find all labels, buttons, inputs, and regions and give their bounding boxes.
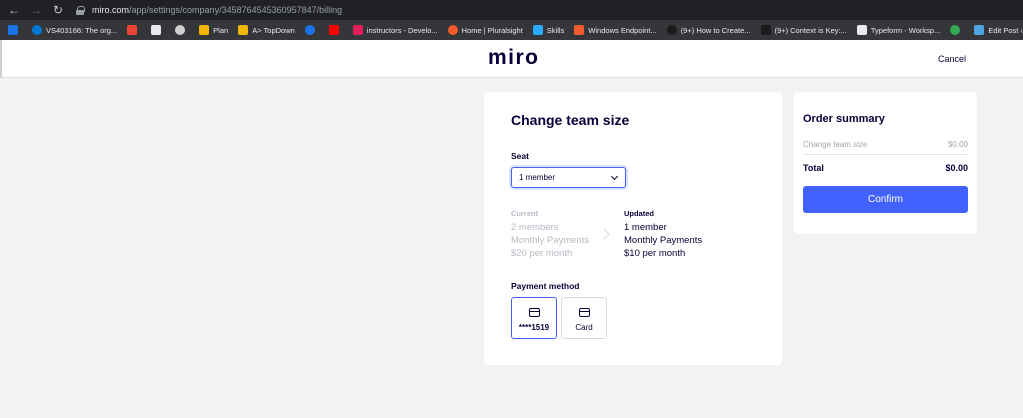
- bookmarks-bar: VS403166: The org... Plan A> TopDown instru…: [0, 20, 1023, 40]
- bookmark-label: Home | Pluralsight: [461, 25, 523, 35]
- bookmark-item[interactable]: Skills: [532, 25, 565, 35]
- payment-method-label-new: Card: [575, 323, 593, 332]
- app-header: miro Cancel: [0, 40, 1023, 78]
- apps-icon: [8, 25, 18, 35]
- window-edge: [0, 40, 2, 78]
- bookmark-item[interactable]: (9+) How to Create...: [666, 25, 751, 35]
- order-summary-title: Order summary: [803, 113, 885, 125]
- bookmark-label: Skills: [546, 25, 565, 35]
- credit-card-icon: [579, 308, 590, 317]
- updated-billing: Monthly Payments: [624, 235, 703, 246]
- topdown-icon: [238, 25, 249, 35]
- bookmark-label: Windows Endpoint...: [588, 25, 657, 35]
- wl-icon: [175, 25, 186, 35]
- pluralsight-icon: [447, 25, 458, 35]
- bookmark-item[interactable]: [328, 25, 343, 35]
- summary-total-row: Total $0.00: [803, 163, 968, 173]
- bookmark-item[interactable]: VS403166: The org...: [32, 25, 117, 35]
- summary-total-value: $0.00: [945, 163, 968, 173]
- updated-heading: Updated: [624, 209, 654, 218]
- cloud-icon: [532, 25, 543, 35]
- order-summary-card: Order summary Change team size $0.00 Tot…: [794, 92, 977, 234]
- wordpress-icon: [974, 25, 985, 35]
- typeform-icon: [856, 25, 867, 35]
- in-icon: [666, 25, 677, 35]
- page-title: Change team size: [511, 112, 630, 128]
- bookmark-label: Edit Post ‹ Rifat Erd...: [988, 25, 1023, 35]
- bookmark-item[interactable]: Typeform - Worksp...: [856, 25, 941, 35]
- devops-icon: [32, 25, 42, 35]
- bookmark-item[interactable]: (9+) Context is Key:...: [760, 25, 847, 35]
- in-icon: [760, 25, 771, 35]
- credit-card-icon: [529, 308, 540, 317]
- lock-icon[interactable]: [76, 5, 85, 15]
- updated-price: $10 per month: [624, 248, 686, 259]
- bookmark-item[interactable]: A> TopDown: [238, 25, 295, 35]
- bookmark-item[interactable]: [8, 25, 22, 35]
- seat-select-value: 1 member: [519, 173, 556, 182]
- payment-method-new-card[interactable]: Card: [561, 297, 607, 339]
- summary-line-value: $0.00: [947, 140, 968, 149]
- pluralsight-icon: [574, 25, 585, 35]
- current-billing: Monthly Payments: [511, 235, 590, 246]
- summary-line-item: Change team size $0.00: [803, 140, 968, 149]
- arrow-icon: [950, 25, 961, 35]
- back-arrow-icon[interactable]: ←: [6, 2, 22, 18]
- cancel-link[interactable]: Cancel: [938, 54, 966, 64]
- url-host: miro.com: [92, 5, 130, 15]
- bookmark-item[interactable]: instructors - Develo...: [352, 25, 438, 35]
- bookmark-item[interactable]: [127, 25, 141, 35]
- miro-logo[interactable]: miro: [488, 46, 540, 70]
- summary-total-label: Total: [803, 163, 824, 173]
- bookmark-item[interactable]: [950, 25, 964, 35]
- confirm-button[interactable]: Confirm: [803, 186, 968, 213]
- bookmark-label: VS403166: The org...: [46, 25, 118, 35]
- bookmark-item[interactable]: [175, 25, 189, 35]
- bookmark-item[interactable]: [304, 25, 319, 35]
- updated-members: 1 member: [624, 222, 667, 233]
- bookmark-label: instructors - Develo...: [366, 25, 438, 35]
- url-path: /app/settings/company/345876454536095784…: [129, 5, 343, 15]
- updated-plan: Updated 1 member Monthly Payments $10 pe…: [624, 209, 702, 260]
- settings-icon: [304, 25, 315, 35]
- slack-icon: [352, 25, 363, 35]
- bookmark-item[interactable]: Home | Pluralsight: [447, 25, 523, 35]
- gmail-icon: [127, 25, 138, 35]
- current-plan: Current 2 members Monthly Payments $20 p…: [511, 209, 589, 260]
- browser-url-bar: ← → ↻ miro.com/app/settings/company/3458…: [0, 0, 1023, 20]
- bookmark-item[interactable]: Windows Endpoint...: [574, 25, 657, 35]
- chevron-down-icon: [610, 172, 619, 181]
- payment-method-label: Payment method: [511, 281, 580, 291]
- seat-select[interactable]: 1 member: [511, 167, 626, 188]
- current-members: 2 members: [511, 222, 559, 233]
- youtube-icon: [328, 25, 339, 35]
- bookmark-label: Plan: [213, 25, 229, 35]
- bookmark-item[interactable]: Plan: [199, 25, 228, 35]
- bookmark-label: (9+) Context is Key:...: [774, 25, 847, 35]
- bookmark-item[interactable]: [151, 25, 165, 35]
- plan-icon: [199, 25, 210, 35]
- payment-method-saved-card[interactable]: ****1519: [511, 297, 557, 339]
- seat-label: Seat: [511, 151, 529, 161]
- current-price: $20 per month: [511, 248, 573, 259]
- current-heading: Current: [511, 209, 539, 218]
- bookmark-label: Typeform - Worksp...: [870, 25, 941, 35]
- wordpress-icon: [151, 25, 162, 35]
- bookmark-item[interactable]: Edit Post ‹ Rifat Erd...: [974, 25, 1023, 35]
- reload-icon[interactable]: ↻: [50, 2, 66, 18]
- forward-arrow-icon[interactable]: →: [28, 2, 44, 18]
- payment-method-label-saved: ****1519: [518, 323, 550, 332]
- bookmark-label: A> TopDown: [252, 25, 295, 35]
- change-team-size-card: Change team size Seat 1 member Current 2…: [484, 92, 782, 365]
- summary-divider: [803, 154, 968, 155]
- summary-line-label: Change team size: [803, 140, 868, 149]
- bookmark-label: (9+) How to Create...: [680, 25, 751, 35]
- chevron-right-icon: [598, 228, 610, 240]
- address-field[interactable]: miro.com/app/settings/company/3458764545…: [92, 5, 342, 15]
